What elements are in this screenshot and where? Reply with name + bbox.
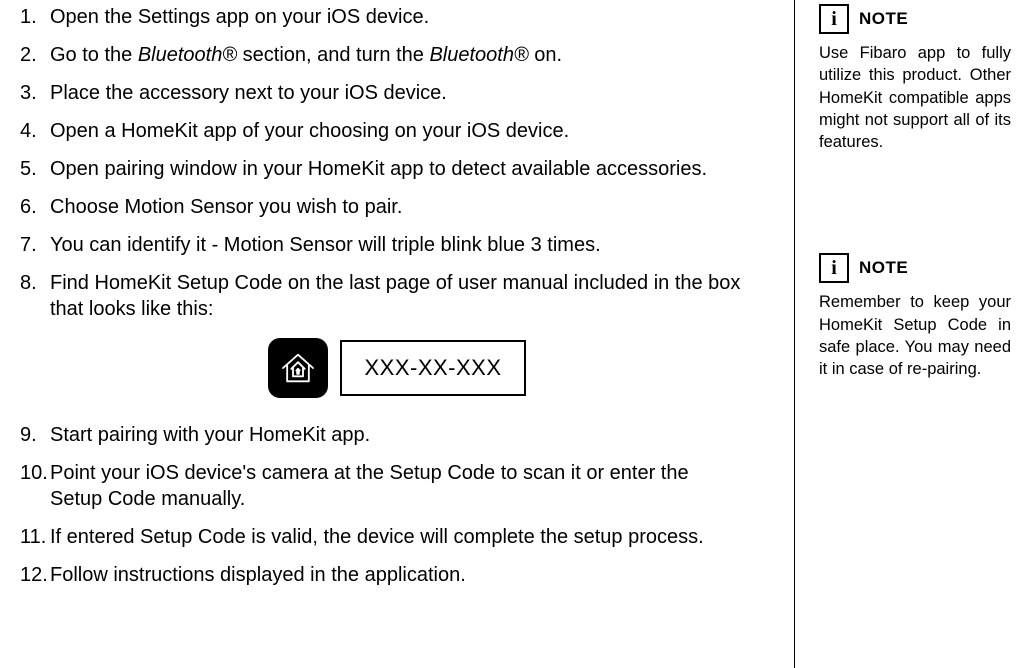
step-2-bluetooth-2: Bluetooth® <box>429 44 528 66</box>
step-1: Open the Settings app on your iOS device… <box>20 4 744 30</box>
step-11: If entered Setup Code is valid, the devi… <box>20 524 744 550</box>
step-10: Point your iOS device's camera at the Se… <box>20 460 744 512</box>
note-1: i NOTE Use Fibaro app to fully utilize t… <box>819 4 1011 153</box>
note-2: i NOTE Remember to keep your HomeKit Set… <box>819 253 1011 380</box>
step-3: Place the accessory next to your iOS dev… <box>20 80 744 106</box>
note-2-body: Remember to keep your HomeKit Setup Code… <box>819 291 1011 380</box>
homekit-icon <box>268 338 328 398</box>
step-5: Open pairing window in your HomeKit app … <box>20 156 744 182</box>
step-2-bluetooth-1: Bluetooth® <box>138 44 237 66</box>
note-1-body: Use Fibaro app to fully utilize this pro… <box>819 42 1011 153</box>
step-4: Open a HomeKit app of your choosing on y… <box>20 118 744 144</box>
step-12: Follow instructions displayed in the app… <box>20 562 744 588</box>
step-2: Go to the Bluetooth® section, and turn t… <box>20 42 744 68</box>
step-7: You can identify it - Motion Sensor will… <box>20 232 744 258</box>
step-2-text-a: Go to the <box>50 44 138 66</box>
steps-list: Open the Settings app on your iOS device… <box>20 4 744 588</box>
setup-code-row: XXX-XX-XXX <box>50 338 744 398</box>
setup-code-box: XXX-XX-XXX <box>340 340 525 397</box>
note-2-header: i NOTE <box>819 253 1011 283</box>
notes-column: i NOTE Use Fibaro app to fully utilize t… <box>795 0 1021 668</box>
info-icon: i <box>819 253 849 283</box>
note-2-label: NOTE <box>859 258 908 278</box>
note-1-header: i NOTE <box>819 4 1011 34</box>
step-2-text-e: on. <box>529 44 562 66</box>
step-9: Start pairing with your HomeKit app. <box>20 422 744 448</box>
step-6: Choose Motion Sensor you wish to pair. <box>20 194 744 220</box>
note-1-label: NOTE <box>859 9 908 29</box>
step-2-text-c: section, and turn the <box>237 44 429 66</box>
step-8: Find HomeKit Setup Code on the last page… <box>20 270 744 398</box>
step-8-text: Find HomeKit Setup Code on the last page… <box>50 272 740 320</box>
info-icon: i <box>819 4 849 34</box>
instructions-column: Open the Settings app on your iOS device… <box>0 0 795 668</box>
